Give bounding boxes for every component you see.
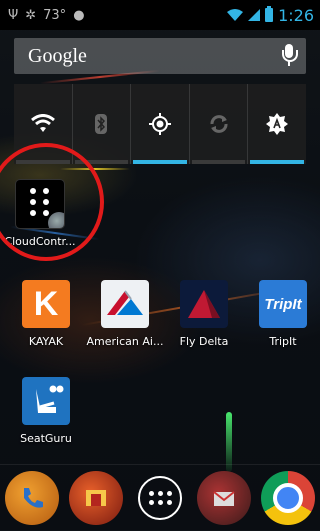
all-apps-button[interactable] (133, 471, 187, 525)
american-airlines-icon (101, 280, 149, 328)
sync-icon (210, 115, 228, 133)
google-search-bar[interactable]: Google (14, 38, 306, 74)
dock (0, 464, 320, 531)
app-fly-delta[interactable]: Fly Delta (164, 280, 244, 348)
toggle-indicator (133, 160, 187, 164)
seatguru-icon (22, 377, 70, 425)
brightness-auto-icon (266, 113, 289, 135)
toggle-indicator (250, 160, 304, 164)
toggle-indicator (191, 160, 246, 164)
battery-icon (265, 6, 274, 22)
wifi-signal-icon (227, 9, 244, 21)
cell-signal-icon (248, 9, 261, 21)
wallpaper-beam (226, 412, 232, 472)
app-label: KAYAK (28, 335, 64, 348)
delta-icon (180, 280, 228, 328)
sync-toggle[interactable] (190, 84, 249, 164)
app-seatguru[interactable]: SeatGuru (6, 377, 86, 445)
status-bar: Ψ ✲ 73° ● 1:26 (0, 0, 320, 30)
google-logo: Google (28, 44, 87, 67)
app-label: SeatGuru (20, 432, 72, 445)
clock: 1:26 (278, 5, 314, 25)
app-american-airlines[interactable]: American Ai... (85, 280, 165, 348)
gps-icon (148, 113, 171, 135)
gps-toggle[interactable] (131, 84, 190, 164)
tripit-icon: TripIt (259, 280, 307, 328)
wifi-icon (30, 114, 55, 132)
brightness-toggle[interactable] (248, 84, 306, 164)
microphone-icon[interactable] (282, 44, 298, 68)
launcher-app-icon[interactable] (69, 471, 123, 525)
all-apps-icon (138, 476, 182, 520)
phone-app-icon[interactable] (5, 471, 59, 525)
usb-icon: Ψ (8, 7, 19, 23)
app-label: TripIt (269, 335, 297, 348)
weather-icon: ✲ (25, 7, 37, 23)
bluetooth-icon (95, 114, 108, 134)
app-label: Fly Delta (179, 335, 229, 348)
mail-app-icon[interactable] (197, 471, 251, 525)
bluetooth-toggle[interactable] (73, 84, 132, 164)
chrome-app-icon[interactable] (261, 471, 315, 525)
cat-icon: ● (73, 7, 85, 23)
app-tripit[interactable]: TripIt TripIt (243, 280, 320, 348)
app-kayak[interactable]: K KAYAK (6, 280, 86, 348)
app-label: American Ai... (86, 335, 164, 348)
kayak-icon: K (22, 280, 70, 328)
temperature: 73° (43, 7, 67, 23)
